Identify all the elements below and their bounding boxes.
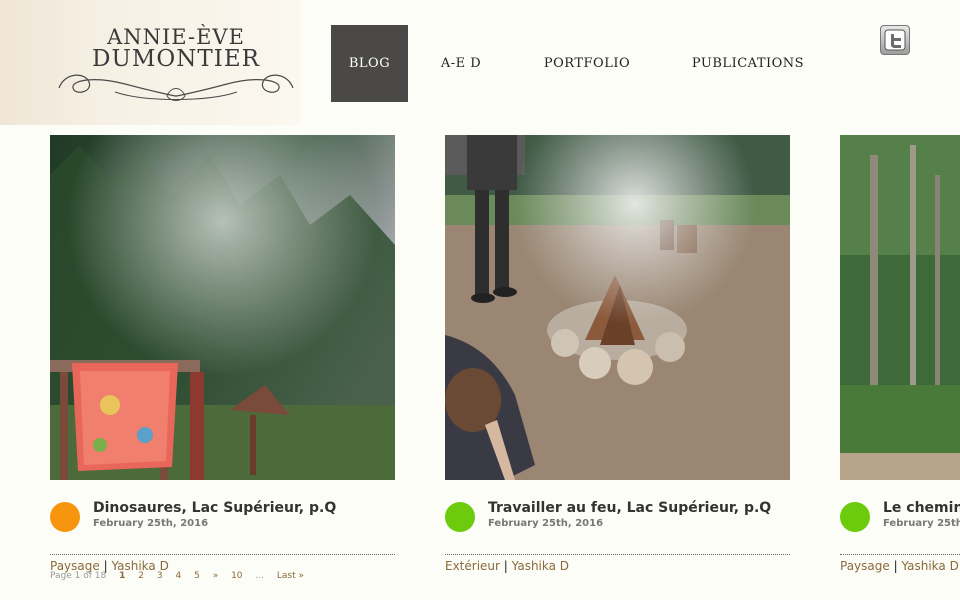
post-date: February 25th, 2016 [488, 518, 604, 529]
post-tags: Extérieur | Yashika D [445, 559, 569, 573]
logo-line-1: ANNIE-ÈVE [107, 25, 245, 49]
tag-link[interactable]: Paysage [840, 559, 890, 573]
tag-link[interactable]: Extérieur [445, 559, 500, 573]
logo-flourish-icon [58, 74, 294, 101]
category-dot [840, 502, 870, 532]
page-link[interactable]: 3 [157, 571, 163, 581]
post-date: February 25th, 2016 [93, 518, 209, 529]
page-link[interactable]: 5 [194, 571, 200, 581]
page-link[interactable]: 2 [138, 571, 144, 581]
twitter-icon [884, 29, 906, 51]
divider [50, 554, 395, 555]
page-link[interactable]: 4 [175, 571, 181, 581]
page-ellipsis: ... [255, 571, 264, 581]
post-photo[interactable] [50, 135, 395, 480]
page-summary: Page 1 of 18 [50, 571, 107, 581]
tag-link[interactable]: Yashika D [512, 559, 569, 573]
site-logo[interactable]: ANNIE-ÈVE DUMONTIER [55, 26, 297, 106]
divider [445, 554, 790, 555]
post-title[interactable]: Travailler au feu, Lac Supérieur, p.Q [488, 500, 818, 516]
page-last[interactable]: Last » [277, 571, 304, 581]
post-date: February 25th, [883, 518, 960, 529]
page-link[interactable]: 10 [231, 571, 242, 581]
twitter-button[interactable] [880, 25, 910, 55]
nav-portfolio[interactable]: PORTFOLIO [533, 25, 641, 102]
page-next[interactable]: » [213, 571, 219, 581]
post-photo[interactable] [445, 135, 790, 480]
post-card: Le chemin February 25th, Paysage | Yashi… [840, 135, 960, 580]
category-dot [445, 502, 475, 532]
tag-link[interactable]: Yashika D [901, 559, 958, 573]
category-dot [50, 502, 80, 532]
nav-blog[interactable]: BLOG [331, 25, 408, 102]
tag-separator: | [503, 559, 512, 573]
pagination: Page 1 of 18 1 2 3 4 5 » 10 ... Last » [50, 571, 314, 581]
post-title[interactable]: Dinosaures, Lac Supérieur, p.Q [93, 500, 423, 516]
nav-publications[interactable]: PUBLICATIONS [683, 25, 813, 102]
divider [840, 554, 960, 555]
nav-aed[interactable]: A-E D [430, 25, 492, 102]
page-current: 1 [119, 571, 126, 581]
post-photo[interactable] [840, 135, 960, 480]
post-title[interactable]: Le chemin [883, 500, 960, 516]
post-tags: Paysage | Yashika D [840, 559, 959, 573]
